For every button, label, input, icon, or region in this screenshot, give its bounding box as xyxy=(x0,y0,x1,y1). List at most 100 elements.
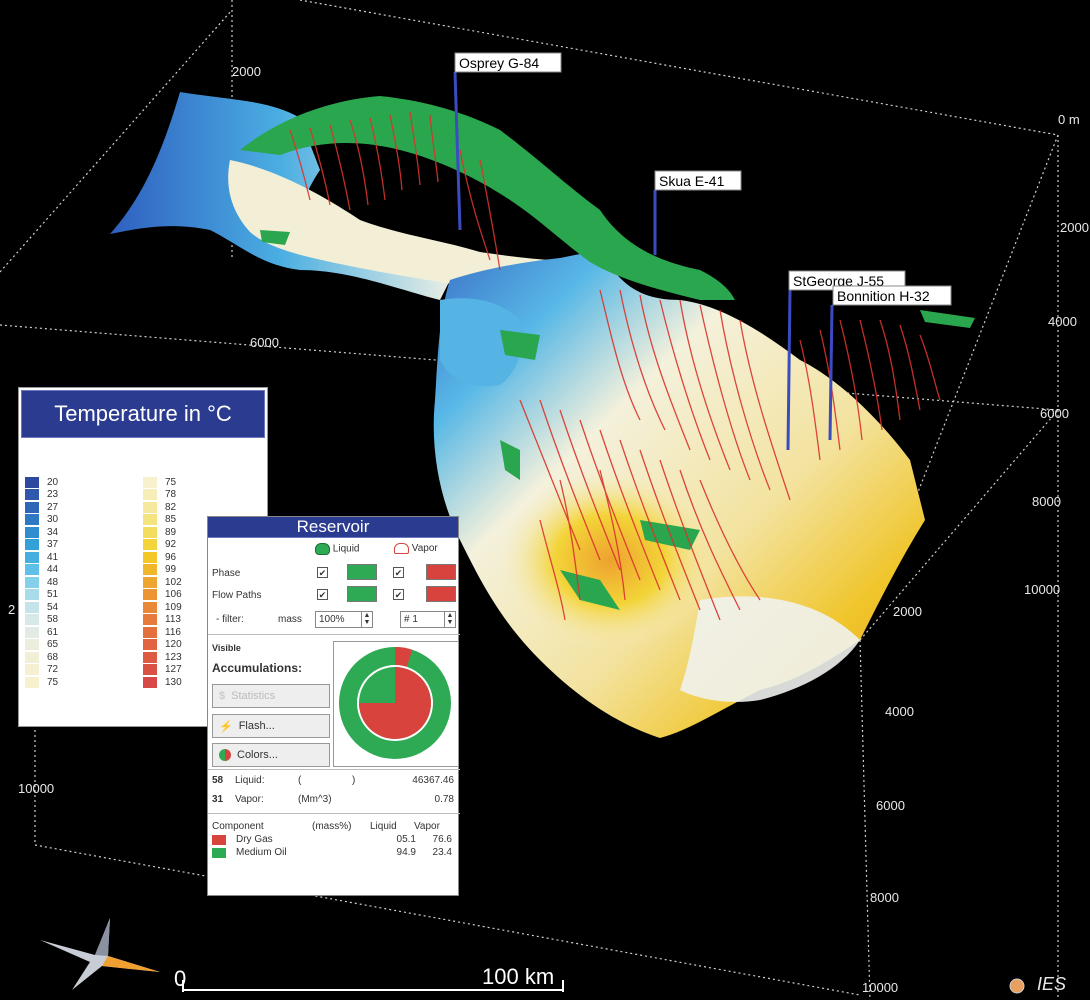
temperature-legend-row: 34 xyxy=(25,526,135,539)
flow-vapor-checkbox[interactable]: ✔ xyxy=(393,589,404,600)
ies-logo-icon xyxy=(1009,978,1025,994)
count-filter-spinner[interactable]: # 1 ▲ ▼ xyxy=(400,611,456,628)
phase-vapor-color-swatch[interactable] xyxy=(426,564,456,580)
temperature-swatch xyxy=(25,676,39,688)
spinner-arrows-icon[interactable]: ▲ ▼ xyxy=(444,612,455,627)
mass-filter-value: 100% xyxy=(319,614,345,625)
temperature-swatch xyxy=(25,639,39,651)
axis-right-10000: 10000 xyxy=(1024,582,1060,597)
component-header: Component xyxy=(212,821,264,832)
temperature-swatch xyxy=(143,664,157,676)
temperature-value: 72 xyxy=(47,664,59,676)
vapor-count: 31 xyxy=(212,794,224,805)
temperature-legend-row: 48 xyxy=(25,576,135,589)
phase-liquid-color-swatch[interactable] xyxy=(347,564,377,580)
temperature-value: 92 xyxy=(165,539,177,551)
filter-label: - filter: xyxy=(216,614,244,625)
flow-liquid-checkbox[interactable]: ✔ xyxy=(317,589,328,600)
temperature-value: 123 xyxy=(165,651,182,663)
liquid-row-label: Liquid: xyxy=(235,775,265,786)
temperature-legend-row: 30 xyxy=(25,514,135,527)
mass-label: mass xyxy=(278,614,302,625)
liquid-unit-close: ) xyxy=(352,775,356,786)
scalebar-start-label: 0 xyxy=(174,966,187,991)
divider xyxy=(208,634,460,635)
liquid-header: Liquid xyxy=(370,821,397,832)
temperature-value: 102 xyxy=(165,576,182,588)
phase-vapor-checkbox[interactable]: ✔ xyxy=(393,567,404,578)
component-vapor-value: 76.6 xyxy=(432,834,452,845)
temperature-value: 41 xyxy=(47,551,59,563)
temperature-legend-row: 72 xyxy=(25,664,135,677)
temperature-legend-row: 51 xyxy=(25,589,135,602)
temperature-legend-row: 20 xyxy=(25,476,135,489)
divider xyxy=(208,813,460,814)
temperature-swatch xyxy=(25,576,39,588)
flash-button[interactable]: ⚡ Flash... xyxy=(212,714,330,738)
liquid-column-header: Liquid xyxy=(315,543,359,555)
temperature-value: 99 xyxy=(165,564,177,576)
temperature-swatch xyxy=(143,589,157,601)
colors-button[interactable]: Colors... xyxy=(212,743,330,767)
temperature-value: 44 xyxy=(47,564,59,576)
temperature-value: 65 xyxy=(47,639,59,651)
temperature-swatch xyxy=(143,551,157,563)
temperature-swatch xyxy=(25,514,39,526)
vapor-row-label: Vapor: xyxy=(235,794,264,805)
temperature-value: 68 xyxy=(47,651,59,663)
temperature-swatch xyxy=(25,664,39,676)
temperature-swatch xyxy=(143,639,157,651)
axis-front-8000: 8000 xyxy=(870,890,899,905)
axis-front-10000: 10000 xyxy=(862,980,898,995)
liquid-unit-open: ( xyxy=(298,775,302,786)
temperature-swatch xyxy=(143,526,157,538)
temperature-swatch xyxy=(143,614,157,626)
statistics-button-label: Statistics xyxy=(231,690,276,702)
statistics-button[interactable]: $ Statistics xyxy=(212,684,330,708)
temperature-legend-row: 44 xyxy=(25,564,135,577)
phase-liquid-checkbox[interactable]: ✔ xyxy=(317,567,328,578)
axis-right-6000: 6000 xyxy=(1040,406,1069,421)
composition-pie-chart xyxy=(339,647,451,759)
temperature-value: 89 xyxy=(165,526,177,538)
component-vapor-value: 23.4 xyxy=(432,847,452,858)
temperature-swatch xyxy=(25,564,39,576)
liquid-label: Liquid xyxy=(332,543,360,555)
temperature-value: 75 xyxy=(165,476,177,488)
vapor-header: Vapor xyxy=(414,821,440,832)
temperature-value: 51 xyxy=(47,589,59,601)
component-color-swatch xyxy=(212,834,226,845)
phase-row-label: Phase xyxy=(212,568,241,579)
vapor-label: Vapor xyxy=(411,543,438,555)
temperature-legend-row: 23 xyxy=(25,489,135,502)
component-liquid-value: 05.1 xyxy=(396,834,416,845)
axis-right-2000: 2000 xyxy=(1060,220,1089,235)
temperature-swatch xyxy=(143,601,157,613)
compass-icon xyxy=(40,918,160,990)
temperature-legend-row: 75 xyxy=(25,676,135,689)
component-table-header: Component (mass%) Liquid Vapor xyxy=(212,820,456,833)
temperature-legend-row: 41 xyxy=(25,551,135,564)
temperature-value: 116 xyxy=(165,626,181,638)
temperature-legend-row: 37 xyxy=(25,539,135,552)
spinner-arrows-icon[interactable]: ▲ ▼ xyxy=(361,612,372,627)
temperature-swatch xyxy=(143,514,157,526)
reservoir-panel: Reservoir Liquid Vapor Phase ✔ ✔ Flow Pa… xyxy=(207,516,460,896)
temperature-value: 127 xyxy=(165,664,182,676)
flow-liquid-color-swatch[interactable] xyxy=(347,586,377,602)
component-row: Dry Gas 05.1 76.6 xyxy=(212,833,456,846)
temperature-legend-row: 75 xyxy=(143,476,253,489)
temperature-value: 30 xyxy=(47,514,59,526)
mass-filter-spinner[interactable]: 100% ▲ ▼ xyxy=(315,611,373,628)
temperature-swatch xyxy=(143,489,157,501)
hot-zone xyxy=(500,470,720,650)
axis-left-2000: 2000 xyxy=(232,64,261,79)
well-skua[interactable]: Skua E-41 xyxy=(653,170,742,255)
vapor-cloud-icon xyxy=(394,543,409,554)
temperature-legend-row: 68 xyxy=(25,651,135,664)
flow-vapor-color-swatch[interactable] xyxy=(426,586,456,602)
component-row: Medium Oil 94.9 23.4 xyxy=(212,846,456,859)
temperature-legend-row: 58 xyxy=(25,614,135,627)
temperature-swatch xyxy=(143,576,157,588)
temperature-swatch xyxy=(25,489,39,501)
